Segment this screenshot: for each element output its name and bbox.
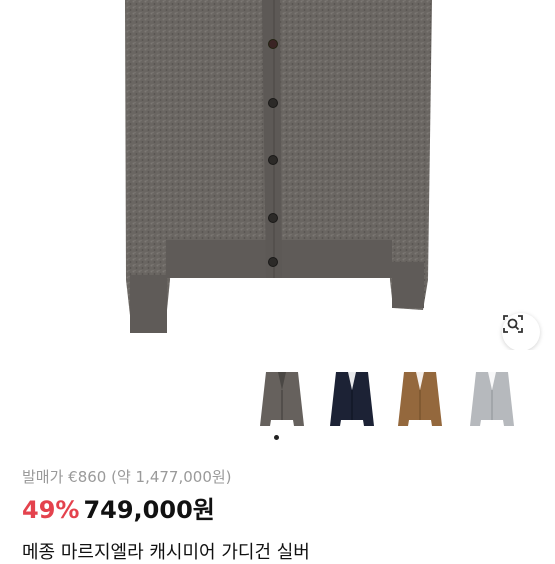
discount-rate: 49%	[22, 496, 80, 524]
carousel-indicator	[274, 435, 279, 440]
thumbnail-strip	[250, 368, 540, 434]
product-title: 메종 마르지엘라 캐시미어 가디건 실버	[22, 542, 310, 563]
thumbnail-navy[interactable]	[326, 368, 378, 430]
original-price: 발매가 €860 (약 1,477,000원)	[22, 468, 232, 486]
thumbnail-grey[interactable]	[256, 368, 308, 430]
thumbnail-camel[interactable]	[394, 368, 446, 430]
thumbnail-silver[interactable]	[466, 368, 518, 430]
price-line: 49% 749,000원	[22, 490, 215, 525]
sale-price: 749,000원	[83, 496, 215, 524]
cardigan-image	[125, 0, 432, 333]
product-main-image[interactable]	[0, 0, 555, 350]
lens-button[interactable]	[502, 313, 540, 350]
